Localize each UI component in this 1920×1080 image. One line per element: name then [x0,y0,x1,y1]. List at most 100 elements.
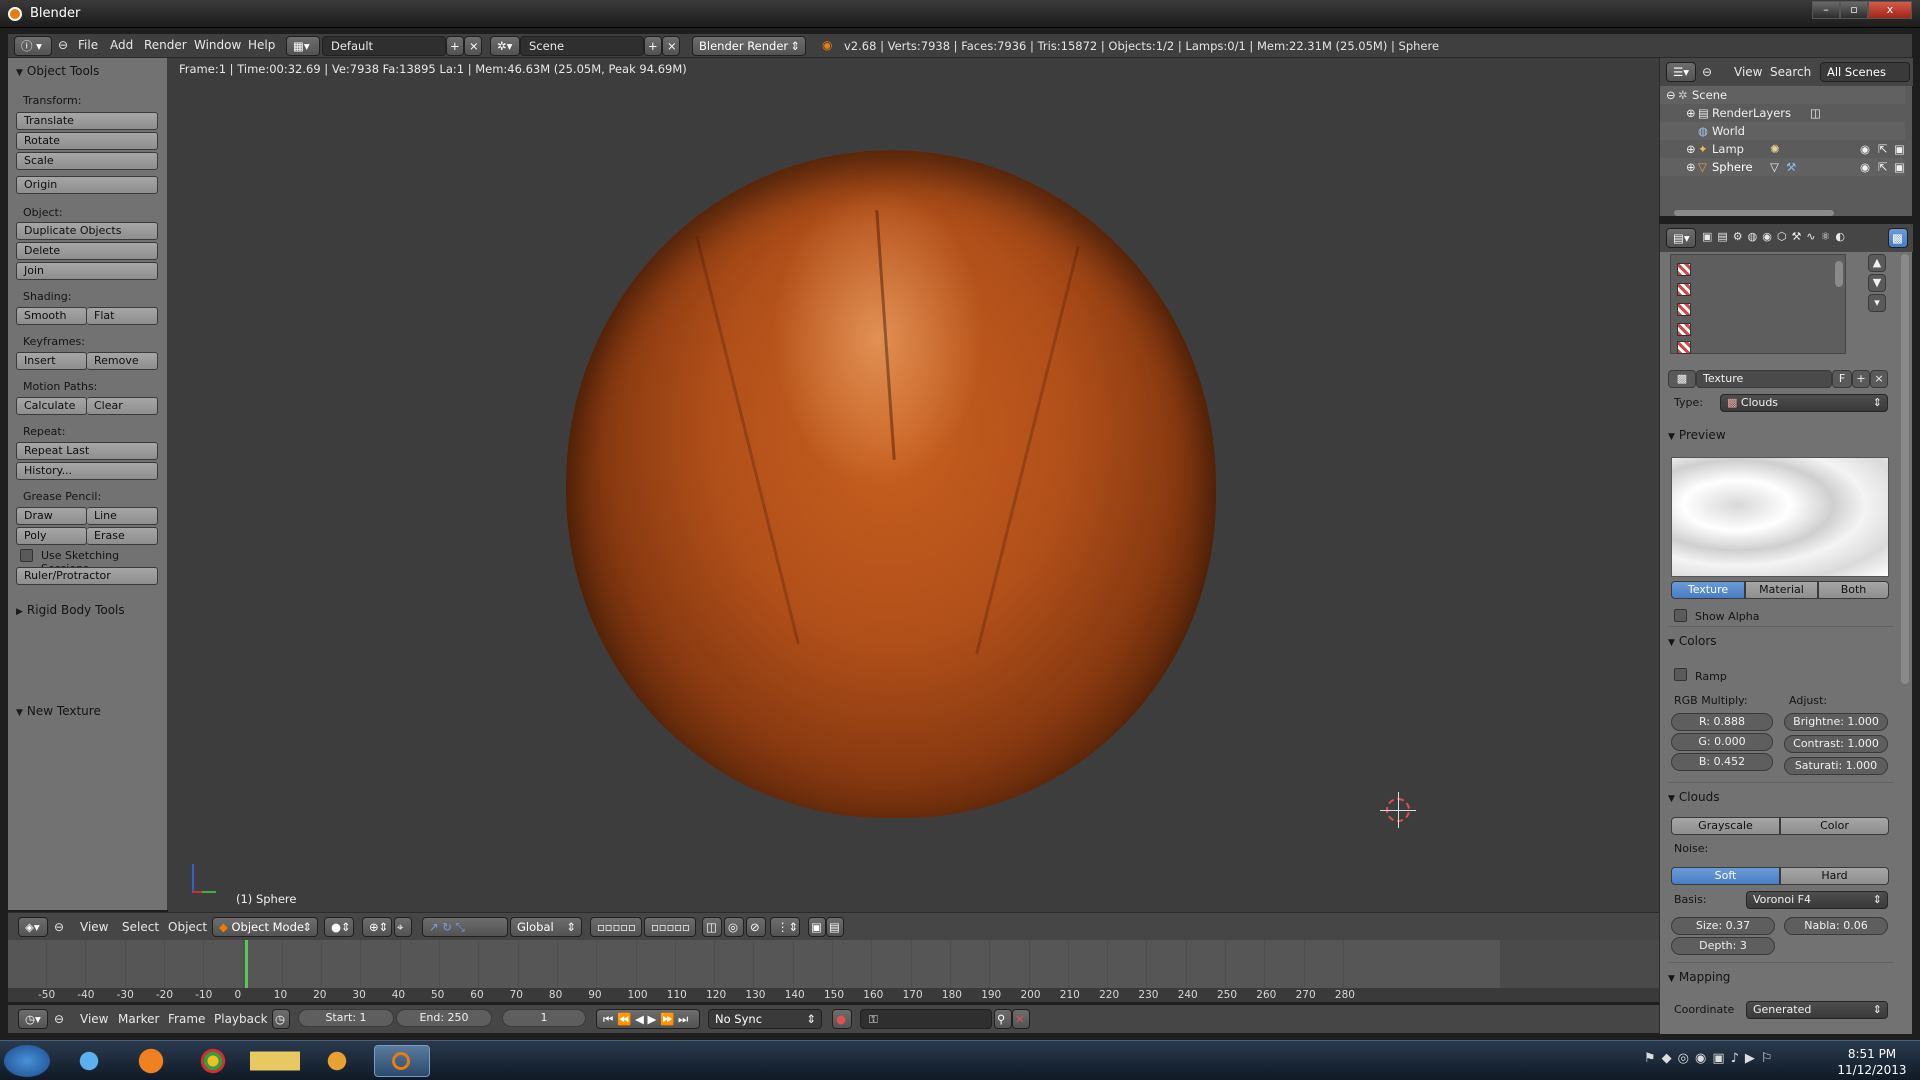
keying-set-field[interactable]: ⚿ [860,1009,992,1029]
collapse-menu-icon[interactable]: ⊖ [54,1012,64,1026]
pivot-point-dropdown[interactable]: ⊕⇕ [362,917,392,937]
editor-type-3d-view-button[interactable]: ◈▾ [18,917,48,937]
media-player-icon[interactable] [312,1045,362,1077]
playback-controls[interactable]: ⏮ ⏪ ◀ ▶ ⏩ ⏭ [596,1009,700,1029]
menu-add[interactable]: Add [110,38,133,52]
render-engine-dropdown[interactable]: Blender Render ⇕ [692,36,806,56]
menu-window[interactable]: Window [194,38,241,52]
noise-depth-field[interactable]: Depth: 3 [1671,937,1775,955]
history-button[interactable]: History... [16,462,158,480]
outliner-row-scene[interactable]: ⊖ ✲ Scene [1660,86,1905,104]
ruler-protractor-button[interactable]: Ruler/Protractor [16,567,158,585]
file-explorer-icon[interactable] [250,1045,300,1077]
delete-button[interactable]: Delete [16,242,158,260]
view-menu[interactable]: View [80,920,108,934]
use-sketching-sessions-checkbox[interactable] [20,549,33,562]
ramp-checkbox[interactable] [1674,668,1687,681]
texture-slot-list[interactable] [1670,254,1846,354]
outliner-view-menu[interactable]: View [1734,65,1762,79]
texture-slot-icon[interactable] [1677,263,1691,276]
transform-manipulators-group[interactable]: ↗ ↻ ⤡ [422,917,508,937]
blender-taskbar-icon[interactable] [374,1045,430,1077]
preview-both-tab[interactable]: Both [1818,581,1889,599]
texture-coordinate-dropdown[interactable]: Generated ⇕ [1746,1001,1888,1019]
visibility-eye-icon[interactable]: ◉ [1860,140,1870,158]
editor-type-properties-button[interactable]: ▤▾ [1666,228,1696,248]
current-frame-field[interactable]: 1 [502,1009,586,1027]
properties-scrollbar[interactable] [1901,254,1909,684]
preview-range-icon[interactable]: ◷ [272,1009,290,1029]
flat-button[interactable]: Flat [87,307,158,325]
render-still-icon[interactable]: ▣ [808,917,826,937]
current-frame-indicator[interactable] [245,940,249,990]
scale-button[interactable]: Scale [16,152,158,170]
texture-slot-icon[interactable] [1677,341,1691,354]
screen-layout-field[interactable]: Default [322,36,446,56]
erase-button[interactable]: Erase [87,527,158,545]
editor-type-timeline-button[interactable]: ◷▾ [18,1009,48,1029]
add-scene-icon[interactable]: + [644,36,662,56]
visibility-eye-icon[interactable]: ◉ [1860,158,1870,176]
scene-field[interactable]: Scene [520,36,644,56]
preview-material-tab[interactable]: Material [1745,581,1818,599]
clock-time[interactable]: 8:51 PM [1832,1047,1912,1061]
minimize-button[interactable]: – [1812,1,1840,19]
new-texture-panel-header[interactable]: ▼ New Texture [16,704,101,718]
outliner-search-menu[interactable]: Search [1770,65,1811,79]
selectable-cursor-icon[interactable]: ⇱ [1878,140,1888,158]
add-layout-icon[interactable]: + [446,36,464,56]
object-tools-panel-header[interactable]: ▼ Object Tools [16,64,99,78]
remove-layout-icon[interactable]: × [464,36,482,56]
new-texture-icon[interactable]: + [1852,370,1870,388]
texture-slot-icon[interactable] [1677,283,1691,296]
expand-icon[interactable]: ⊕ [1686,158,1696,176]
collapse-menu-icon[interactable]: ⊖ [58,38,68,52]
playback-menu[interactable]: Playback [214,1012,268,1026]
scene-icon[interactable]: ✲▾ [490,36,520,56]
rigid-body-tools-panel-header[interactable]: ▶ Rigid Body Tools [16,603,125,617]
3d-cursor-icon[interactable] [1380,792,1416,828]
translate-button[interactable]: Translate [16,112,158,130]
properties-context-tabs[interactable]: ▣▤⚙◍◉⬡⚒∿⚛◐ [1702,230,1850,243]
texture-context-tab-icon[interactable]: ▩ [1888,228,1908,248]
insert-keyframe-icon[interactable]: ⚲ [994,1009,1012,1029]
noise-hard-tab[interactable]: Hard [1780,867,1889,885]
timeline-view-menu[interactable]: View [80,1012,108,1026]
remove-keyframe-button[interactable]: Remove [87,352,158,370]
outliner-row-renderlayers[interactable]: ⊕ ▤ RenderLayers ◫ [1660,104,1905,122]
calculate-paths-button[interactable]: Calculate [16,397,87,415]
noise-basis-dropdown[interactable]: Voronoi F4 ⇕ [1746,891,1888,909]
texture-type-dropdown[interactable]: ▩ Clouds ⇕ [1720,394,1888,412]
line-button[interactable]: Line [87,507,158,525]
viewport-shading-dropdown[interactable]: ●⇕ [324,917,354,937]
auto-keyframe-record-icon[interactable]: ● [832,1009,852,1029]
outliner-display-mode-dropdown[interactable]: All Scenes [1820,62,1910,82]
start-frame-field[interactable]: Start: 1 [298,1009,394,1027]
editor-type-outliner-button[interactable]: ☰▾ [1666,62,1696,82]
selectable-cursor-icon[interactable]: ⇱ [1878,158,1888,176]
clouds-panel-header[interactable]: ▼ Clouds [1668,790,1719,804]
outliner-row-lamp[interactable]: ⊕ ✦ Lamp ✺ ◉ ⇱ ▣ [1660,140,1905,158]
duplicate-objects-button[interactable]: Duplicate Objects [16,222,158,240]
sphere-object[interactable] [566,150,1216,818]
texture-slot-icon[interactable] [1677,323,1691,336]
r-multiply-field[interactable]: R: 0.888 [1671,713,1773,731]
render-animation-icon[interactable]: ▤ [826,917,844,937]
outliner-horizontal-scrollbar[interactable] [1674,210,1834,216]
snap-element-dropdown[interactable]: ⋮⇕ [770,917,800,937]
outliner-row-world[interactable]: ◍ World [1660,122,1905,140]
clock-date[interactable]: 11/12/2013 [1832,1063,1912,1077]
collapse-menu-icon[interactable]: ⊖ [54,920,64,934]
expand-icon[interactable]: ⊖ [1666,86,1676,104]
collapse-menu-icon[interactable]: ⊖ [1702,65,1712,79]
preview-panel-header[interactable]: ▼ Preview [1668,428,1726,442]
fake-user-button[interactable]: F [1832,370,1852,388]
colors-panel-header[interactable]: ▼ Colors [1668,634,1717,648]
frame-menu[interactable]: Frame [168,1012,205,1026]
unlink-texture-icon[interactable]: × [1870,370,1888,388]
object-menu[interactable]: Object [168,920,207,934]
nabla-field[interactable]: Nabla: 0.06 [1784,917,1888,935]
mapping-panel-header[interactable]: ▼ Mapping [1668,970,1730,984]
g-multiply-field[interactable]: G: 0.000 [1671,733,1773,751]
poly-button[interactable]: Poly [16,527,87,545]
